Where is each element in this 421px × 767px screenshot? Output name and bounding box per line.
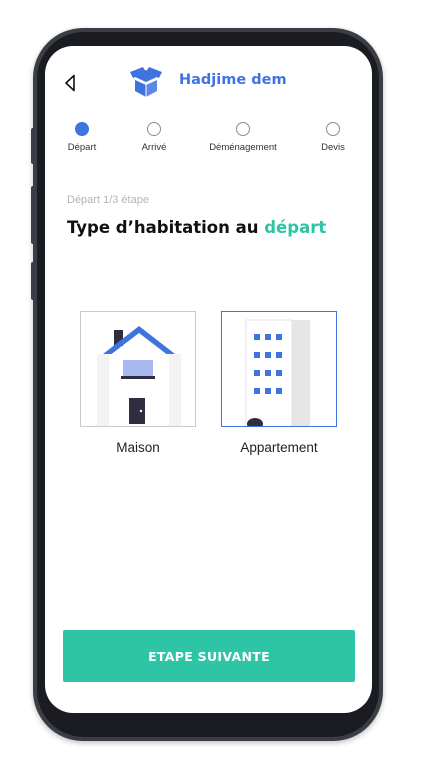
step-indicator	[326, 122, 340, 136]
step-label: Déménagement	[209, 142, 277, 153]
option-label: Appartement	[240, 440, 318, 455]
option-label: Maison	[116, 440, 160, 455]
step-demenagement[interactable]: Déménagement	[203, 122, 283, 153]
step-arrive[interactable]: Arrivé	[114, 122, 194, 153]
title-accent: départ	[264, 218, 327, 237]
house-icon	[97, 326, 181, 426]
step-indicator	[147, 122, 161, 136]
step-indicator	[236, 122, 250, 136]
phone-side-button	[31, 186, 35, 244]
option-card-maison[interactable]	[80, 311, 196, 427]
phone-side-button	[31, 128, 35, 164]
step-indicator-active	[75, 122, 89, 136]
box-logo-icon	[129, 66, 163, 98]
brand-name: Hadjime dem	[179, 72, 287, 88]
title-text: Type d’habitation au	[67, 218, 265, 237]
chevron-left-icon[interactable]	[63, 74, 77, 92]
next-step-button[interactable]: ETAPE SUIVANTE	[63, 630, 355, 682]
step-counter: Départ 1/3 étape	[67, 194, 149, 206]
option-card-appartement[interactable]	[221, 311, 337, 427]
page-title: Type d’habitation au départ	[67, 218, 326, 237]
app-screen: Hadjime dem Départ Arrivé Déménagement D…	[45, 46, 372, 713]
step-label: Arrivé	[141, 142, 167, 153]
step-depart[interactable]: Départ	[45, 122, 122, 153]
apartment-building-icon	[245, 319, 310, 426]
step-label: Devis	[321, 142, 345, 153]
step-label: Départ	[67, 142, 97, 153]
step-devis[interactable]: Devis	[293, 122, 372, 153]
phone-side-button	[31, 262, 35, 300]
